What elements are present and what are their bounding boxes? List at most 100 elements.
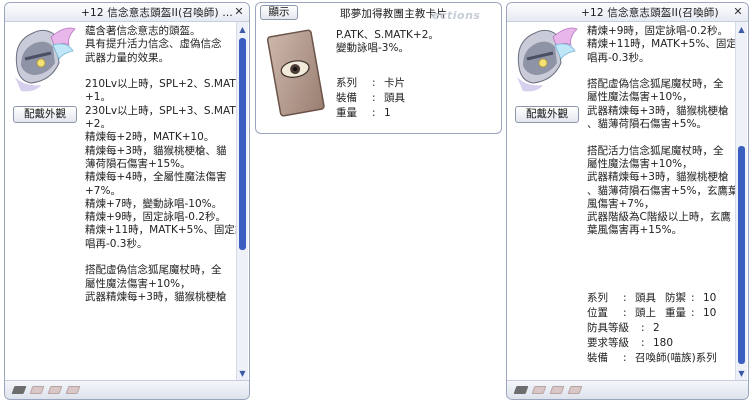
property-key: 重量 bbox=[665, 307, 686, 319]
description-line: 精煉每+3時，貓猴桃梗槍、貓 bbox=[85, 144, 227, 157]
socket-bar bbox=[5, 380, 249, 399]
property-value: 頭具 bbox=[635, 292, 656, 304]
property-row: 系列: 頭具 防禦:10 bbox=[587, 292, 717, 304]
card-info-window: 顯示 耶夢加得教團主教卡片 ections P.ATK、S.MATK+2。 變動… bbox=[255, 2, 502, 134]
property-key: 防禦 bbox=[665, 292, 686, 304]
property-value: 卡片 bbox=[384, 77, 405, 89]
property-value: 頭上 bbox=[635, 307, 656, 319]
card-slot-icon[interactable] bbox=[513, 386, 529, 394]
close-icon[interactable]: ✕ bbox=[232, 5, 246, 19]
window-title: +12 信念意志頭盔II(召喚師) bbox=[581, 6, 719, 19]
description-line: 、貓薄荷隕石傷害+5%。 bbox=[587, 118, 707, 131]
card-slot-icon[interactable] bbox=[29, 386, 45, 394]
helmet-item-image bbox=[11, 23, 77, 99]
card-slot-icon[interactable] bbox=[65, 386, 81, 394]
window-titlebar[interactable]: +12 信念意志頭盔II(召喚師) ✕ bbox=[507, 3, 748, 22]
item-properties: 系列: 頭具 防禦:10 位置: 頭上 重量:10 防具等級:2 要求等級:180 裝備… bbox=[587, 291, 717, 366]
description-line: 武器精煉每+3時，貓猴桃梗槍 bbox=[587, 104, 729, 117]
property-value: 180 bbox=[653, 337, 674, 349]
property-value: 1 bbox=[384, 107, 391, 119]
socket-bar bbox=[507, 380, 748, 399]
item-info-window-right: +12 信念意志頭盔II(召喚師) ✕ 配戴外觀 精煉+9時，固定詠唱-0.2秒… bbox=[506, 2, 749, 400]
description-line bbox=[587, 65, 737, 78]
description-line: 210Lv以上時，SPL+2、S.MATK bbox=[85, 78, 243, 91]
card-slot-icon[interactable] bbox=[549, 386, 565, 394]
card-slot-icon[interactable] bbox=[567, 386, 583, 394]
description-line bbox=[85, 65, 235, 78]
property-row: 要求等級:180 bbox=[587, 337, 674, 349]
property-key: 裝備 bbox=[336, 92, 357, 104]
description-line: +1。 bbox=[85, 91, 111, 104]
property-key: 系列 bbox=[336, 77, 357, 89]
description-line: 搭配活力信念狐尾魔杖時，全 bbox=[587, 144, 724, 157]
description-line: 精煉每+2時，MATK+10。 bbox=[85, 131, 215, 144]
card-item-image bbox=[266, 27, 326, 121]
watermark: ections bbox=[432, 9, 481, 22]
description-line: 變動詠唱-3%。 bbox=[336, 42, 409, 55]
description-line: 武器精煉每+3時，貓猴桃梗槍 bbox=[85, 290, 227, 303]
description-line: 薄荷隕石傷害+15%。 bbox=[85, 157, 191, 170]
property-row: 系列: 卡片 bbox=[336, 77, 405, 89]
description-line bbox=[587, 131, 737, 144]
window-title: +12 信念意志頭盔II(召喚師) ... bbox=[81, 6, 232, 19]
scrollbar-thumb[interactable] bbox=[738, 146, 745, 364]
description-line: 屬性魔法傷害+10%， bbox=[587, 157, 693, 170]
property-row: 裝備: 頭具 bbox=[336, 92, 405, 104]
description-line: 唱再-0.3秒。 bbox=[587, 51, 650, 64]
property-key: 重量 bbox=[336, 107, 357, 119]
description-line: 精煉+11時，MATK+5%、固定詠 bbox=[587, 38, 748, 51]
helmet-item-image bbox=[513, 23, 579, 99]
description-line: 精煉+9時，固定詠唱-0.2秒。 bbox=[85, 211, 226, 224]
equip-appearance-button[interactable]: 配戴外觀 bbox=[13, 106, 77, 123]
description-line: 屬性魔法傷害+10%， bbox=[587, 91, 693, 104]
item-description: 精煉+9時，固定詠唱-0.2秒。 精煉+11時，MATK+5%、固定詠 唱再-0… bbox=[587, 25, 748, 238]
property-row: 重量:1 bbox=[336, 107, 391, 119]
description-line: +7%。 bbox=[85, 184, 121, 197]
card-description: P.ATK、S.MATK+2。 變動詠唱-3%。 bbox=[336, 29, 496, 56]
window-titlebar[interactable]: +12 信念意志頭盔II(召喚師) ... ✕ bbox=[5, 3, 249, 22]
description-line: 具有提升活力信念、虛偽信念 bbox=[85, 38, 222, 51]
description-line: +2。 bbox=[85, 118, 111, 131]
property-value: 10 bbox=[703, 292, 717, 304]
scroll-down-icon[interactable]: ▼ bbox=[736, 368, 747, 379]
description-line: 唱再-0.3秒。 bbox=[85, 237, 148, 250]
equip-appearance-button[interactable]: 配戴外觀 bbox=[515, 106, 579, 123]
description-line: 、貓薄荷隕石傷害+5%，玄鷹葉 bbox=[587, 184, 739, 197]
property-key: 裝備 bbox=[587, 352, 608, 364]
property-row: 位置: 頭上 重量:10 bbox=[587, 307, 717, 319]
property-value: 10 bbox=[703, 307, 717, 319]
description-line: 精煉每+4時，全屬性魔法傷害 bbox=[85, 171, 227, 184]
close-icon[interactable]: ✕ bbox=[731, 5, 745, 19]
scroll-down-icon[interactable]: ▼ bbox=[237, 368, 248, 379]
description-line: 精煉+9時，固定詠唱-0.2秒。 bbox=[587, 25, 728, 37]
description-line: 精煉+11時，MATK+5%、固定詠 bbox=[85, 224, 246, 237]
card-slot-icon[interactable] bbox=[11, 386, 27, 394]
description-line: 武器階級為C階級以上時，玄鷹 bbox=[587, 211, 731, 224]
property-value: 2 bbox=[653, 322, 660, 334]
card-slot-icon[interactable] bbox=[47, 386, 63, 394]
item-info-window-left: +12 信念意志頭盔II(召喚師) ... ✕ 配戴外觀 蘊含著信念意志的頭盔。… bbox=[4, 2, 250, 400]
description-line: 搭配虛偽信念狐尾魔杖時，全 bbox=[85, 264, 222, 277]
scroll-up-icon[interactable]: ▲ bbox=[237, 24, 248, 35]
description-line: 葉風傷害再+15%。 bbox=[587, 224, 683, 237]
description-line: 武器力量的效果。 bbox=[85, 51, 169, 64]
card-properties: 系列: 卡片 裝備: 頭具 重量:1 bbox=[336, 76, 405, 121]
show-button[interactable]: 顯示 bbox=[260, 5, 298, 20]
property-value: 召喚師(喵族)系列 bbox=[635, 352, 717, 364]
item-description: 蘊含著信念意志的頭盔。 具有提升活力信念、虛偽信念 武器力量的效果。 210Lv… bbox=[85, 25, 246, 304]
scroll-up-icon[interactable]: ▲ bbox=[736, 24, 747, 35]
property-key: 位置 bbox=[587, 307, 608, 319]
description-line: 蘊含著信念意志的頭盔。 bbox=[85, 25, 201, 37]
property-value: 頭具 bbox=[384, 92, 405, 104]
card-slot-icon[interactable] bbox=[531, 386, 547, 394]
description-line: 搭配虛偽信念狐尾魔杖時，全 bbox=[587, 78, 724, 91]
scrollbar-thumb[interactable] bbox=[239, 38, 246, 250]
property-key: 要求等級 bbox=[587, 337, 629, 349]
property-key: 防具等級 bbox=[587, 322, 629, 334]
description-scrollbar[interactable]: ▲ ▼ bbox=[236, 22, 248, 381]
description-scrollbar[interactable]: ▲ ▼ bbox=[735, 22, 747, 381]
description-line: 230Lv以上時，SPL+3、S.MATK bbox=[85, 104, 243, 117]
description-line: 屬性魔法傷害+10%， bbox=[85, 277, 191, 290]
window-title: 耶夢加得教團主教卡片 bbox=[340, 8, 447, 20]
description-line: 風傷害+7%， bbox=[587, 197, 655, 210]
